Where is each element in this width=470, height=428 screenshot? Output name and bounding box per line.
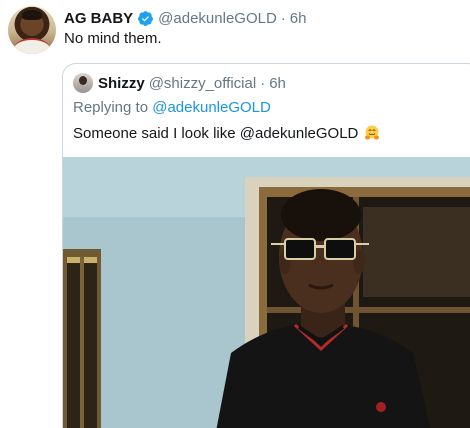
author-avatar[interactable] xyxy=(8,6,56,54)
separator-dot: · xyxy=(280,9,286,27)
quoted-tweet-text-row: Someone said I look like @adekunleGOLD xyxy=(73,124,381,142)
verified-badge-icon xyxy=(138,10,154,26)
avatar-shirt xyxy=(14,38,50,54)
avatar-hair xyxy=(22,10,42,20)
separator-dot: · xyxy=(260,74,266,92)
author-name[interactable]: AG BABY xyxy=(64,10,133,27)
tweet: AG BABY @adekunleGOLD · 6h No mind them.… xyxy=(0,0,470,428)
replying-to-line: Replying to @adekunleGOLD xyxy=(73,99,271,116)
quoted-tweet-text: Someone said I look like @adekunleGOLD xyxy=(73,124,359,142)
tweet-timestamp[interactable]: 6h xyxy=(290,10,307,27)
replying-to-mention[interactable]: @adekunleGOLD xyxy=(152,99,271,116)
hugging-face-icon xyxy=(365,125,380,140)
quoted-tweet[interactable]: Shizzy @shizzy_official · 6h Replying to… xyxy=(62,63,470,428)
quoted-author-handle: @shizzy_official xyxy=(148,74,257,92)
replying-prefix: Replying to xyxy=(73,99,149,116)
author-handle[interactable]: @adekunleGOLD xyxy=(158,10,277,27)
quoted-tweet-timestamp: 6h xyxy=(269,74,286,92)
quoted-tweet-header: Shizzy @shizzy_official · 6h xyxy=(73,73,286,93)
photo-scene xyxy=(63,157,470,428)
tweet-header: AG BABY @adekunleGOLD · 6h xyxy=(64,8,306,28)
quoted-author-avatar xyxy=(73,73,93,93)
tweet-photo[interactable] xyxy=(63,157,470,428)
tweet-text: No mind them. xyxy=(64,30,162,47)
quoted-author-name: Shizzy xyxy=(98,74,145,92)
